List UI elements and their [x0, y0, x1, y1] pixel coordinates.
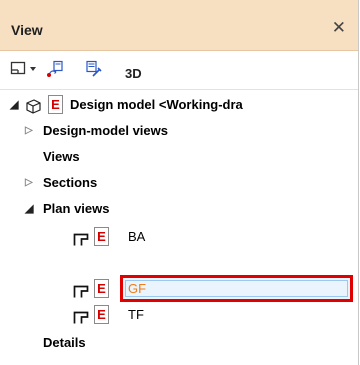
tree-item-details[interactable]: Details: [0, 330, 358, 356]
tree-item-tf[interactable]: E TF: [0, 302, 358, 328]
tree-root-item[interactable]: ◢ E Design model <Working-dra: [0, 92, 358, 118]
e-document-icon: E: [48, 95, 63, 114]
tree-item-label: Details: [43, 335, 86, 350]
panel-title: View: [11, 22, 43, 38]
tree-item-design-model-views[interactable]: ▷ Design-model views: [0, 118, 358, 144]
dropdown-arrow-icon[interactable]: [29, 63, 37, 77]
e-document-icon: E: [94, 305, 109, 324]
tree-item-label: Design-model views: [43, 123, 168, 138]
collapsed-triangle-icon[interactable]: ▷: [25, 118, 33, 144]
view-settings-icon[interactable]: [84, 60, 104, 81]
tree-item-label: GF: [128, 281, 147, 296]
panel-titlebar: View ✕: [0, 0, 358, 51]
tree-item-ba[interactable]: E BA: [0, 224, 358, 250]
tree-item-label: TF: [128, 307, 144, 322]
close-icon[interactable]: ✕: [332, 19, 346, 36]
panel-toolbar: 3D: [0, 51, 358, 90]
e-document-icon: E: [94, 279, 109, 298]
tree-item-views[interactable]: Views: [0, 144, 358, 170]
new-view-icon[interactable]: [46, 60, 66, 81]
collapsed-triangle-icon[interactable]: ▷: [25, 170, 33, 196]
expanded-triangle-icon[interactable]: ◢: [10, 92, 18, 118]
view-panel: View ✕ 3D ◢ E Design model <Working-dra …: [0, 0, 359, 365]
tree-item-sections[interactable]: ▷ Sections: [0, 170, 358, 196]
tree-item-label: BA: [128, 229, 146, 244]
tree-item-gf-selected[interactable]: E GF: [0, 276, 358, 302]
e-document-icon: E: [94, 227, 109, 246]
tree-item-label: Views: [43, 149, 80, 164]
expanded-triangle-icon[interactable]: ◢: [25, 196, 33, 222]
tree-root-label: Design model <Working-dra: [70, 97, 243, 112]
tree-item-label: Sections: [43, 175, 98, 190]
window-layout-icon[interactable]: [10, 60, 26, 79]
tree-item-label: Plan views: [43, 201, 110, 216]
plan-view-icon: [73, 230, 89, 256]
view-3d-button[interactable]: 3D: [125, 66, 142, 81]
tree-item-plan-views[interactable]: ◢ Plan views: [0, 196, 358, 222]
